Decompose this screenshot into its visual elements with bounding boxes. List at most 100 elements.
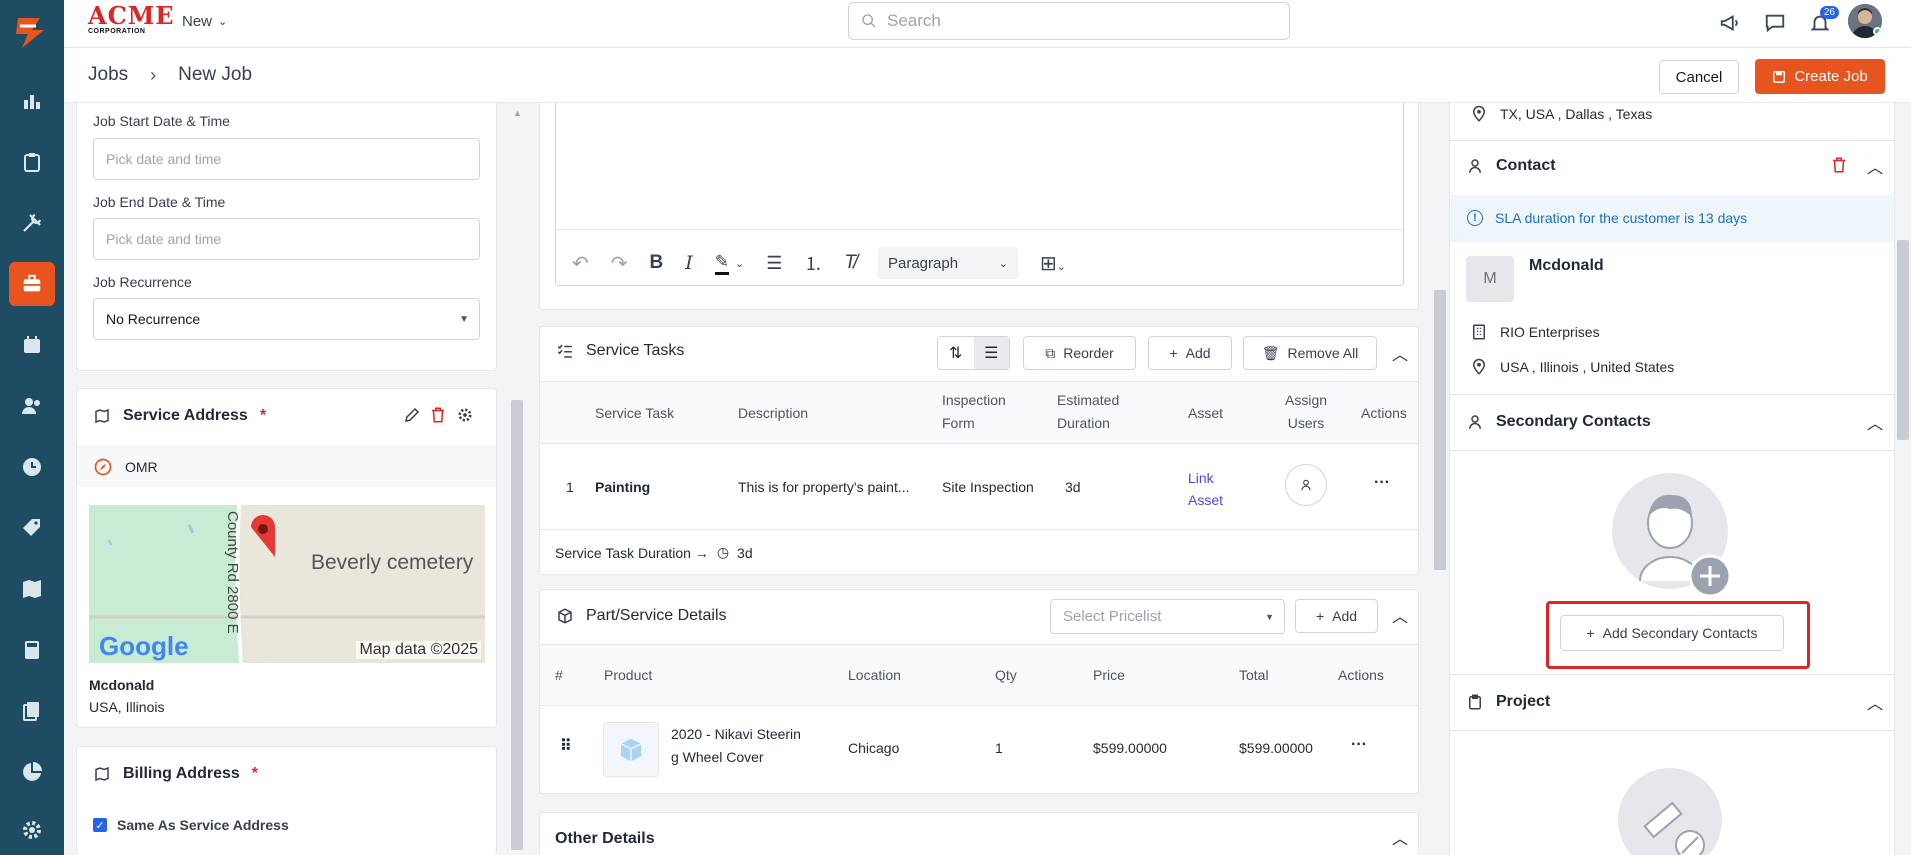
drag-handle-icon[interactable]: ⠿ <box>560 736 572 756</box>
start-date-input[interactable]: Pick date and time <box>93 138 480 180</box>
trash-icon: 🗑 <box>1261 344 1280 361</box>
center-scrollbar[interactable] <box>1434 290 1446 570</box>
edit-icon[interactable] <box>403 406 421 424</box>
view-toggle: ⇅ ☰ <box>937 336 1010 370</box>
chevron-down-icon[interactable]: ⌄ <box>735 257 744 270</box>
megaphone-icon[interactable] <box>1715 8 1745 38</box>
bold-icon[interactable]: B <box>650 252 664 274</box>
remove-all-button[interactable]: 🗑 Remove All <box>1243 336 1377 370</box>
clear-format-icon[interactable]: T̸ <box>844 252 856 274</box>
editor-toolbar: ↶ ↷ B I ✎ ⌄ ☰ ⒈ T̸ Paragraph ⌄ ⊞⌄ <box>572 247 1066 279</box>
search-input[interactable]: Search <box>848 2 1290 40</box>
tag-icon <box>23 519 40 536</box>
collapse-icon[interactable]: ︿ <box>1867 690 1883 714</box>
calculator-icon <box>25 641 39 659</box>
bullet-list-icon[interactable]: ☰ <box>766 253 782 274</box>
highlight-icon[interactable]: ✎ <box>714 252 730 275</box>
start-date-label: Job Start Date & Time <box>93 113 230 129</box>
add-part-button[interactable]: + Add <box>1295 599 1378 633</box>
more-actions-icon[interactable]: ··· <box>1351 736 1367 754</box>
breadcrumb-current: New Job <box>178 64 253 85</box>
collapse-icon[interactable]: ︿ <box>1867 410 1883 434</box>
user-avatar[interactable] <box>1848 4 1882 38</box>
sidebar-item-tags[interactable] <box>0 505 64 551</box>
app-logo-icon[interactable] <box>10 12 50 52</box>
customer-location: TX, USA , Dallas , Texas <box>1470 105 1652 123</box>
same-as-service-checkbox[interactable]: ✓ Same As Service Address <box>93 817 289 833</box>
sidebar-item-time[interactable] <box>0 444 64 490</box>
trash-icon[interactable] <box>1830 156 1848 174</box>
recurrence-select[interactable]: No Recurrence ▼ <box>93 298 480 340</box>
billing-address-panel: Billing Address * ✓ Same As Service Addre… <box>76 746 497 855</box>
add-secondary-contacts-button[interactable]: + Add Secondary Contacts <box>1560 615 1784 651</box>
sidebar-item-calendar[interactable] <box>0 322 64 368</box>
col-assign-users: Assign Users <box>1285 392 1328 431</box>
caret-down-icon: ▼ <box>1265 611 1274 622</box>
sidebar-item-settings[interactable] <box>0 807 64 853</box>
sort-icon[interactable]: ⇅ <box>938 337 974 369</box>
end-date-input[interactable]: Pick date and time <box>93 218 480 260</box>
breadcrumb-jobs[interactable]: Jobs <box>88 64 128 86</box>
table-icon[interactable]: ⊞⌄ <box>1040 251 1066 276</box>
sidebar-item-dashboard[interactable] <box>0 78 64 124</box>
sidebar <box>0 0 64 855</box>
more-actions-icon[interactable]: ··· <box>1374 474 1390 492</box>
chat-icon[interactable] <box>1760 8 1790 38</box>
sidebar-item-users[interactable] <box>0 383 64 429</box>
add-task-button[interactable]: + Add <box>1148 336 1232 370</box>
sidebar-item-jobs[interactable] <box>0 261 64 307</box>
redo-icon[interactable]: ↷ <box>611 251 628 276</box>
service-tasks-panel: Service Tasks ⇅ ☰ ⧉ Reorder + Add 🗑 Remove … <box>539 326 1419 575</box>
bell-icon[interactable]: 26 <box>1805 6 1839 38</box>
sidebar-item-map[interactable] <box>0 566 64 612</box>
map-pin-icon <box>95 408 109 424</box>
task-list-icon <box>557 344 572 358</box>
rich-text-editor[interactable]: ↶ ↷ B I ✎ ⌄ ☰ ⒈ T̸ Paragraph ⌄ ⊞⌄ <box>555 103 1404 286</box>
scrollbar-up[interactable]: ▲ <box>513 103 523 118</box>
product-price: $599.00000 <box>1093 740 1167 756</box>
sidebar-item-calculator[interactable] <box>0 627 64 673</box>
sidebar-item-documents[interactable] <box>0 688 64 734</box>
trash-icon[interactable] <box>429 406 447 424</box>
undo-icon[interactable]: ↶ <box>572 251 589 276</box>
collapse-icon[interactable]: ︿ <box>1392 825 1408 849</box>
row-number: 1 <box>566 479 574 495</box>
contact-location: USA , Illinois , United States <box>1470 358 1674 376</box>
reorder-button[interactable]: ⧉ Reorder <box>1023 336 1136 370</box>
gear-icon[interactable] <box>456 406 474 424</box>
collapse-icon[interactable]: ︿ <box>1392 341 1408 365</box>
cancel-button[interactable]: Cancel <box>1659 60 1739 94</box>
col-location: Location <box>848 667 901 683</box>
collapse-icon[interactable]: ︿ <box>1867 154 1883 178</box>
sidebar-item-forms[interactable] <box>0 139 64 185</box>
task-inspection-form: Site Inspection <box>942 479 1034 495</box>
building-icon <box>1473 324 1485 340</box>
table-row[interactable]: ⠿ 2020 - Nikavi Steerin g Wheel Cover Ch… <box>540 706 1418 793</box>
list-view-icon[interactable]: ☰ <box>973 337 1009 369</box>
sidebar-item-reports[interactable] <box>0 749 64 795</box>
new-dropdown[interactable]: New ⌄ <box>182 13 227 30</box>
paragraph-select[interactable]: Paragraph ⌄ <box>878 247 1018 279</box>
map-road-label: County Rd 2800 E <box>224 511 241 634</box>
pricelist-select[interactable]: Select Pricelist ▼ <box>1050 599 1285 634</box>
table-row[interactable]: 1 Painting This is for property's paint.… <box>540 444 1418 530</box>
col-estimated-duration: Estimated Duration <box>1057 392 1120 431</box>
numbered-list-icon[interactable]: ⒈ <box>804 250 822 276</box>
company-logo[interactable]: ACME CORPORATION <box>88 4 174 36</box>
create-job-button[interactable]: Create Job <box>1755 59 1885 94</box>
tasks-table-header: Service Task Description Inspection Form… <box>540 381 1418 444</box>
col-description: Description <box>738 405 809 421</box>
page-header: Jobs › New Job Cancel Create Job <box>64 48 1911 103</box>
left-scrollbar[interactable] <box>511 400 523 850</box>
sidebar-item-tools[interactable] <box>0 200 64 246</box>
link-asset-link[interactable]: Link Asset <box>1188 467 1223 511</box>
map-pin-icon <box>95 766 109 782</box>
breadcrumb: Jobs › New Job <box>88 64 252 86</box>
collapse-icon[interactable]: ︿ <box>1392 603 1408 627</box>
location-pin-icon <box>1472 358 1486 375</box>
italic-icon[interactable]: I <box>685 252 693 274</box>
assign-user-button[interactable] <box>1285 464 1327 506</box>
service-address-map[interactable]: County Rd 2800 E Beverly cemetery Google… <box>89 505 485 663</box>
product-location: Chicago <box>848 740 900 756</box>
right-scrollbar[interactable] <box>1897 240 1909 440</box>
